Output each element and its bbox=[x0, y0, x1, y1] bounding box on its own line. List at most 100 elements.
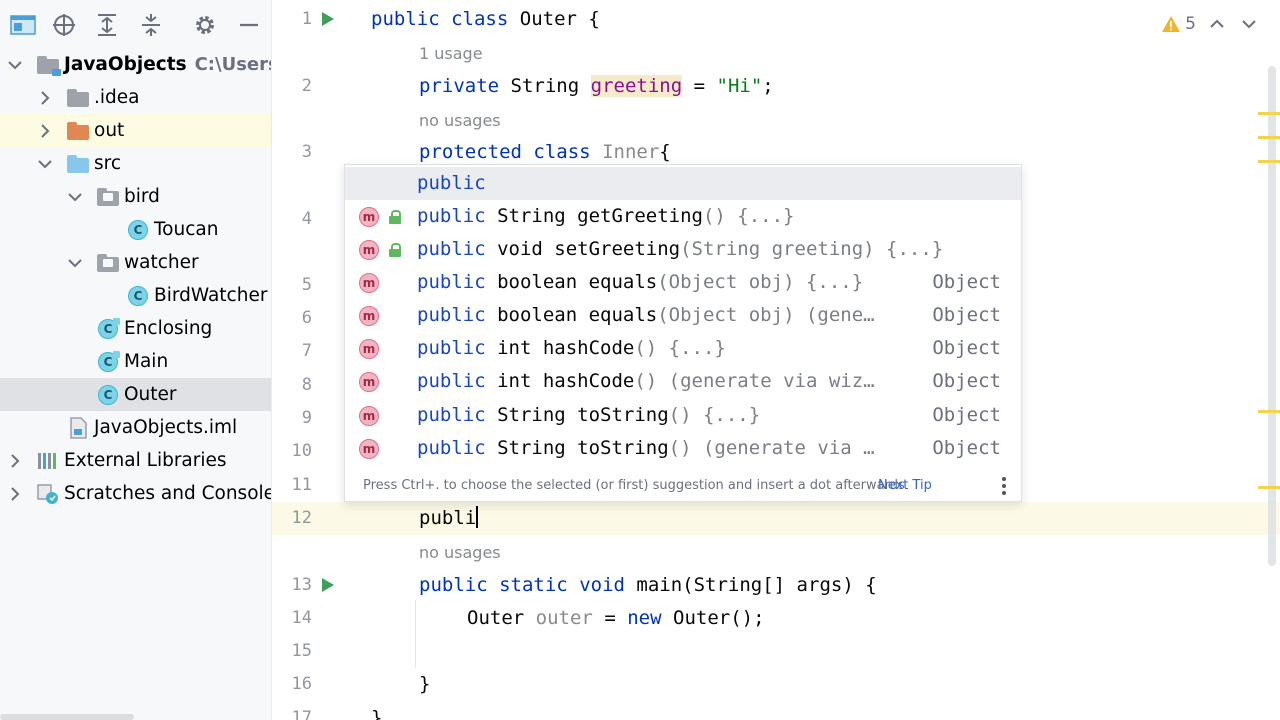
tree-item-idea[interactable]: .idea bbox=[0, 81, 271, 114]
completion-match: public bbox=[417, 404, 486, 426]
tree-item-toucan[interactable]: C Toucan bbox=[0, 213, 271, 246]
completion-item[interactable]: m public String toString() (generate via… bbox=[345, 432, 1021, 465]
completion-item[interactable]: m public String getGreeting() {...} bbox=[345, 200, 1021, 233]
code-line-14[interactable]: Outer outer = new Outer(); bbox=[467, 602, 765, 635]
chevron-down-icon[interactable] bbox=[7, 57, 23, 73]
tree-item-javaobjects[interactable]: JavaObjects C:\Users\r bbox=[0, 48, 271, 81]
code-line-16[interactable]: } bbox=[419, 668, 430, 701]
line-number: 3 bbox=[301, 142, 312, 162]
code-token: Outer(); bbox=[673, 607, 765, 629]
tree-item-label: Toucan bbox=[154, 219, 219, 240]
chevron-right-icon[interactable] bbox=[7, 486, 23, 502]
usages-inlay[interactable]: no usages bbox=[419, 104, 501, 137]
method-icon: m bbox=[359, 272, 379, 293]
completion-tail: () (generate via wiz… bbox=[634, 370, 875, 392]
code-token: class bbox=[533, 141, 591, 163]
tree-item-iml[interactable]: JavaObjects.iml bbox=[0, 411, 271, 444]
next-tip-link[interactable]: Next Tip bbox=[878, 478, 932, 493]
tree-item-src[interactable]: src bbox=[0, 147, 271, 180]
tree-item-main[interactable]: C Main bbox=[0, 345, 271, 378]
next-highlight-icon[interactable] bbox=[1238, 13, 1260, 35]
completion-item[interactable]: m public int hashCode() (generate via wi… bbox=[345, 365, 1021, 398]
warning-marker[interactable] bbox=[1258, 112, 1280, 115]
run-gutter-icon[interactable] bbox=[320, 11, 336, 27]
code-token: String bbox=[510, 75, 580, 97]
code-line-12[interactable]: publi bbox=[419, 502, 479, 535]
method-icon: m bbox=[359, 438, 379, 459]
chevron-down-icon[interactable] bbox=[67, 255, 83, 271]
code-line-1[interactable]: public class Outer { bbox=[371, 3, 600, 36]
completion-item[interactable]: m public void setGreeting(String greetin… bbox=[345, 233, 1021, 266]
completion-popup[interactable]: public m public String getGreeting() {..… bbox=[344, 164, 1022, 502]
iml-file-icon bbox=[67, 416, 89, 439]
previous-highlight-icon[interactable] bbox=[1206, 13, 1228, 35]
completion-signature: String toString bbox=[485, 437, 669, 459]
completion-item[interactable]: m public boolean equals(Object obj) {...… bbox=[345, 266, 1021, 299]
tree-item-label: out bbox=[94, 120, 125, 141]
tree-item-outer[interactable]: C Outer bbox=[0, 378, 271, 411]
more-options-icon[interactable] bbox=[1001, 477, 1007, 495]
completion-item[interactable]: m public String toString() {...} Object bbox=[345, 399, 1021, 432]
tree-item-external-libraries[interactable]: External Libraries bbox=[0, 444, 271, 477]
inspection-widget[interactable]: 5 bbox=[1161, 10, 1260, 38]
chevron-down-icon[interactable] bbox=[67, 189, 83, 205]
tree-item-birdwatcher[interactable]: C BirdWatcher bbox=[0, 279, 271, 312]
chevron-down-icon[interactable] bbox=[37, 156, 53, 172]
lock-icon bbox=[389, 242, 401, 257]
completion-type: Object bbox=[932, 271, 1001, 293]
usages-inlay[interactable]: 1 usage bbox=[419, 37, 483, 70]
completion-match: public bbox=[417, 271, 486, 293]
line-number: 1 bbox=[301, 9, 312, 29]
chevron-right-icon[interactable] bbox=[37, 123, 53, 139]
code-token: } bbox=[419, 673, 431, 695]
locate-icon[interactable] bbox=[47, 8, 81, 42]
line-number: 7 bbox=[301, 341, 312, 361]
method-icon: m bbox=[359, 305, 379, 326]
tree-item-bird[interactable]: bird bbox=[0, 180, 271, 213]
horizontal-scrollbar[interactable] bbox=[0, 714, 134, 720]
completion-match: public bbox=[417, 172, 486, 194]
usages-inlay[interactable]: no usages bbox=[419, 536, 501, 569]
warning-marker[interactable] bbox=[1258, 136, 1280, 139]
tree-item-scratches[interactable]: Scratches and Consoles bbox=[0, 477, 271, 510]
code-token: new bbox=[627, 607, 662, 629]
code-token: Outer bbox=[519, 8, 577, 30]
hide-panel-icon[interactable] bbox=[232, 8, 266, 42]
code-token: void bbox=[579, 574, 625, 596]
tree-item-label: Main bbox=[124, 351, 169, 372]
completion-item[interactable]: m public int hashCode() {...} Object bbox=[345, 332, 1021, 365]
run-gutter-icon[interactable] bbox=[320, 577, 336, 593]
tree-item-label: External Libraries bbox=[64, 450, 227, 471]
lock-icon bbox=[389, 209, 401, 224]
warning-marker[interactable] bbox=[1258, 410, 1280, 413]
expand-all-icon[interactable] bbox=[90, 8, 124, 42]
line-number: 16 bbox=[291, 674, 312, 694]
tree-item-out[interactable]: out bbox=[0, 114, 271, 147]
class-icon: C bbox=[97, 350, 120, 373]
chevron-right-icon[interactable] bbox=[7, 453, 23, 469]
code-line-2[interactable]: private String greeting = "Hi"; bbox=[419, 70, 774, 103]
tree-item-watcher[interactable]: watcher bbox=[0, 246, 271, 279]
scratches-icon bbox=[37, 483, 59, 505]
chevron-right-icon[interactable] bbox=[37, 90, 53, 106]
vertical-scrollbar[interactable] bbox=[1268, 66, 1276, 566]
error-stripe[interactable] bbox=[1258, 0, 1280, 720]
indent-guide bbox=[415, 600, 416, 668]
code-token: public bbox=[419, 574, 488, 596]
tree-item-path: C:\Users\r bbox=[194, 54, 271, 75]
tree-item-label: .idea bbox=[94, 87, 140, 108]
completion-item[interactable]: public bbox=[345, 167, 1021, 200]
code-line-17[interactable]: } bbox=[371, 702, 382, 720]
gear-icon[interactable] bbox=[188, 8, 222, 42]
warning-marker[interactable] bbox=[1258, 486, 1280, 489]
project-view-icon[interactable] bbox=[6, 8, 40, 42]
warning-marker[interactable] bbox=[1258, 160, 1280, 163]
text-caret bbox=[476, 506, 479, 528]
code-line-13[interactable]: public static void main(String[] args) { bbox=[419, 569, 877, 602]
tree-item-enclosing[interactable]: C Enclosing bbox=[0, 312, 271, 345]
completion-tail: () {...} bbox=[634, 337, 726, 359]
collapse-all-icon[interactable] bbox=[134, 8, 168, 42]
line-number: 11 bbox=[291, 475, 312, 495]
completion-item[interactable]: m public boolean equals(Object obj) (gen… bbox=[345, 299, 1021, 332]
warning-icon[interactable]: 5 bbox=[1161, 14, 1196, 34]
